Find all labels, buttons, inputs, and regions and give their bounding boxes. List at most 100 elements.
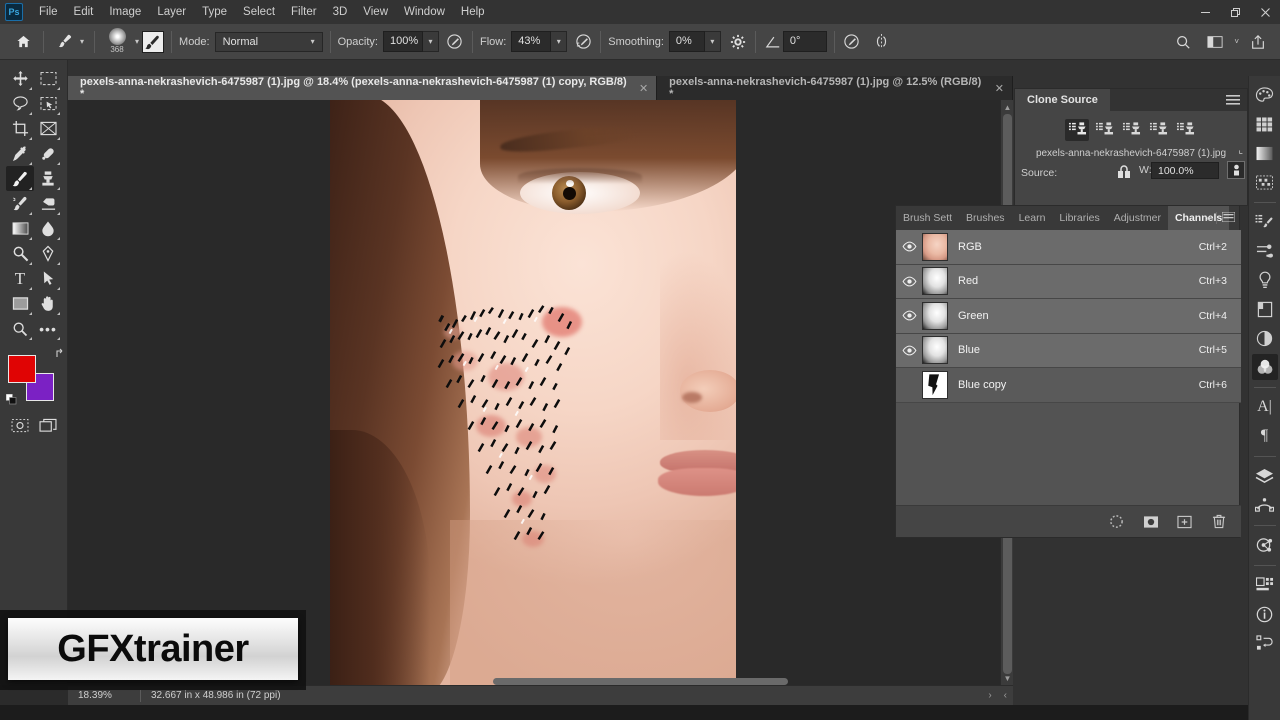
pen-tool[interactable] [34,241,62,266]
paragraph-panel-icon[interactable]: ¶ [1252,423,1278,449]
clone-width-input[interactable]: 100.0% [1151,162,1219,179]
share-icon[interactable] [1248,32,1268,52]
menu-window[interactable]: Window [396,1,453,23]
brush-angle-input[interactable]: 0° [782,31,827,52]
menu-image[interactable]: Image [101,1,149,23]
channel-row-blue-copy[interactable]: Blue copy Ctrl+6 [896,368,1241,403]
flow-stepper[interactable]: ▾ [551,31,568,52]
menu-select[interactable]: Select [235,1,283,23]
status-prev-icon[interactable]: ‹ [998,690,1013,701]
brush-preset-caret[interactable]: ▾ [135,37,139,46]
document-tab-2-close-icon[interactable]: ✕ [995,82,1004,95]
workspace-caret[interactable]: ˅ [1234,37,1239,46]
history-panel-icon[interactable] [1252,630,1278,656]
minimize-button[interactable] [1190,0,1220,24]
channel-row-rgb[interactable]: RGB Ctrl+2 [896,230,1241,265]
smoothing-input[interactable]: 0% [668,31,705,52]
clone-source-2[interactable] [1092,119,1116,141]
eye-icon[interactable] [896,345,922,356]
menu-edit[interactable]: Edit [66,1,102,23]
screen-mode-icon[interactable] [34,413,62,438]
character-panel-icon[interactable]: A| [1252,394,1278,420]
paths-panel-icon[interactable] [1252,492,1278,518]
clone-source-panel-icon[interactable] [1252,532,1278,558]
flow-input[interactable]: 43% [511,31,552,52]
search-icon[interactable] [1173,32,1193,52]
eye-icon[interactable] [896,310,922,321]
brush-tool-icon[interactable] [51,29,77,55]
gradient-tool[interactable] [6,216,34,241]
clone-source-4[interactable] [1146,119,1170,141]
foreground-color-swatch[interactable] [8,355,36,383]
pressure-size-icon[interactable] [842,32,862,52]
brush-preset-icon[interactable]: 368 [102,27,132,57]
gradients-panel-icon[interactable] [1252,140,1278,166]
quick-mask-icon[interactable] [6,413,34,438]
maximize-button[interactable] [1220,0,1250,24]
opacity-stepper[interactable]: ▾ [422,31,439,52]
channel-row-red[interactable]: Red Ctrl+3 [896,264,1241,299]
eye-icon[interactable] [896,276,922,287]
eyedropper-tool[interactable] [6,141,34,166]
properties-panel-icon[interactable] [1252,572,1278,598]
rectangle-tool[interactable] [6,291,34,316]
zoom-level[interactable]: 18.39% [68,690,134,701]
menu-help[interactable]: Help [453,1,493,23]
menu-layer[interactable]: Layer [149,1,194,23]
learn-panel-icon[interactable] [1252,267,1278,293]
adjustments-panel-icon[interactable] [1252,325,1278,351]
edit-toolbar-button[interactable]: ••• [34,316,62,341]
channel-row-blue[interactable]: Blue Ctrl+5 [896,333,1241,368]
delete-channel-button[interactable] [1210,513,1227,530]
opacity-input[interactable]: 100% [382,31,423,52]
tab-brushes[interactable]: Brushes [959,206,1012,230]
spot-healing-brush-tool[interactable] [34,141,62,166]
clone-source-3[interactable] [1119,119,1143,141]
crop-tool[interactable] [6,116,34,141]
swatches-panel-icon[interactable] [1252,111,1278,137]
brushes-panel-icon[interactable] [1252,238,1278,264]
document-image[interactable] [330,100,736,685]
tab-learn[interactable]: Learn [1012,206,1053,230]
document-tab-1-close-icon[interactable]: ✕ [639,82,648,95]
tab-brush-settings[interactable]: Brush Sett [896,206,959,230]
home-icon[interactable] [10,29,36,55]
symmetry-icon[interactable] [872,32,892,52]
history-brush-tool[interactable] [6,191,34,216]
blur-tool[interactable] [34,216,62,241]
pressure-opacity-icon[interactable] [445,32,465,52]
gear-icon[interactable] [728,32,748,52]
eraser-tool[interactable] [34,191,62,216]
expand-tabs-icon[interactable]: » [1205,213,1211,224]
close-button[interactable] [1250,0,1280,24]
horizontal-scroll-thumb[interactable] [493,678,788,685]
swap-colors-icon[interactable] [54,348,66,363]
menu-filter[interactable]: Filter [283,1,325,23]
object-selection-tool[interactable] [34,91,62,116]
panel-menu-icon[interactable] [1221,211,1236,225]
workspace-icon[interactable] [1205,32,1225,52]
brush-settings-icon[interactable] [142,30,165,53]
tab-adjustments[interactable]: Adjustmer [1107,206,1168,230]
clone-stamp-tool[interactable] [34,166,62,191]
tab-clone-source[interactable]: Clone Source [1015,89,1110,111]
create-new-channel-button[interactable] [1176,513,1193,530]
link-lock-icon[interactable] [1115,165,1133,182]
hand-tool[interactable] [34,291,62,316]
scroll-up-icon[interactable]: ▲ [1001,100,1013,114]
menu-view[interactable]: View [355,1,396,23]
document-tab-1[interactable]: pexels-anna-nekrashevich-6475987 (1).jpg… [68,76,658,100]
save-selection-as-channel-button[interactable] [1142,513,1159,530]
tab-libraries[interactable]: Libraries [1052,206,1106,230]
channel-row-green[interactable]: Green Ctrl+4 [896,299,1241,334]
clone-source-1[interactable] [1065,119,1089,141]
default-colors-icon[interactable] [5,393,17,405]
dodge-tool[interactable] [6,241,34,266]
canvas-area[interactable]: ▲ ▼ [68,100,1013,685]
clone-source-5[interactable] [1173,119,1197,141]
blend-mode-select[interactable]: Normal ▾ [214,31,323,52]
color-panel-icon[interactable] [1252,82,1278,108]
move-tool[interactable] [6,66,34,91]
brush-tool-caret[interactable]: ▾ [80,37,84,46]
libraries-panel-icon[interactable] [1252,296,1278,322]
